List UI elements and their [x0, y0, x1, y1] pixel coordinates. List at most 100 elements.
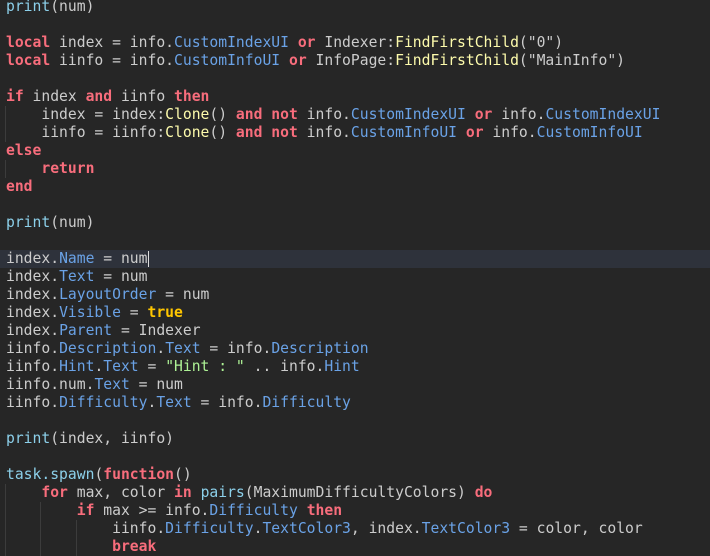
- code-line[interactable]: break: [0, 538, 710, 556]
- keyword: or: [297, 34, 316, 51]
- keyword: local: [6, 34, 51, 51]
- code-line[interactable]: index = index:Clone() and not info.Custo…: [0, 106, 710, 124]
- code-editor[interactable]: print(num) local index = info.CustomIndex…: [0, 0, 710, 556]
- code-text: .: [156, 340, 166, 357]
- code-text: =: [120, 304, 148, 321]
- property: CustomIndexUI: [174, 34, 289, 51]
- code-line[interactable]: [0, 70, 710, 88]
- code-text: iinfo: [112, 88, 175, 105]
- code-text: ("0"): [518, 34, 564, 51]
- code-line[interactable]: local iinfo = info.CustomInfoUI or InfoP…: [0, 52, 710, 70]
- code-text: iinfo.: [6, 394, 60, 411]
- text-cursor: [147, 251, 149, 267]
- code-text: (num): [50, 214, 95, 231]
- property: LayoutOrder: [59, 286, 157, 303]
- code-text: max, color: [67, 484, 175, 501]
- indent-guide: [40, 502, 42, 556]
- code-text: (num): [50, 0, 95, 15]
- keyword: if: [76, 502, 95, 519]
- code-text: Indexer:: [315, 34, 396, 51]
- code-text: max >= info.: [94, 502, 210, 519]
- code-line[interactable]: local index = info.CustomIndexUI or Inde…: [0, 34, 710, 52]
- code-line[interactable]: iinfo.Difficulty.TextColor3, index.TextC…: [0, 520, 710, 538]
- code-text: = num: [94, 268, 148, 285]
- code-line[interactable]: [0, 412, 710, 430]
- code-line[interactable]: end: [0, 178, 710, 196]
- property: CustomIndexUI: [545, 106, 661, 123]
- keyword: or: [465, 124, 484, 141]
- code-line[interactable]: index.LayoutOrder = num: [0, 286, 710, 304]
- code-text: info.: [297, 124, 351, 141]
- code-text: (): [209, 124, 236, 141]
- keyword: and: [235, 124, 263, 141]
- code-line[interactable]: [0, 196, 710, 214]
- code-line[interactable]: print(num): [0, 0, 710, 16]
- keyword: break: [112, 538, 157, 555]
- keyword: not: [271, 106, 298, 123]
- property: Description: [271, 340, 369, 357]
- code-line[interactable]: [0, 232, 710, 250]
- code-text: (): [174, 466, 192, 483]
- code-line[interactable]: for max, color in pairs(MaximumDifficult…: [0, 484, 710, 502]
- keyword: if: [6, 88, 24, 105]
- code-text: index.: [6, 286, 60, 303]
- code-line[interactable]: if index and iinfo then: [0, 88, 710, 106]
- builtin-call: print: [6, 214, 51, 231]
- property: Text: [59, 268, 95, 285]
- code-text: iinfo.: [6, 358, 60, 375]
- indent-guide: [5, 106, 6, 142]
- code-line[interactable]: iinfo.Description.Text = info.Descriptio…: [0, 340, 710, 358]
- property: Hint: [324, 358, 360, 375]
- code-line[interactable]: iinfo.num.Text = num: [0, 376, 710, 394]
- code-text: = info.: [191, 394, 263, 411]
- code-line[interactable]: iinfo = iinfo:Clone() and not info.Custo…: [0, 124, 710, 142]
- property: CustomInfoUI: [350, 124, 458, 141]
- code-line[interactable]: print(index, iinfo): [0, 430, 710, 448]
- keyword: local: [6, 52, 51, 69]
- code-line[interactable]: else: [0, 142, 710, 160]
- code-line[interactable]: print(num): [0, 214, 710, 232]
- code-line[interactable]: [0, 16, 710, 34]
- code-text: .. info.: [244, 358, 325, 375]
- code-line[interactable]: iinfo.Difficulty.Text = info.Difficulty: [0, 394, 710, 412]
- property: Difficulty: [209, 502, 298, 519]
- keyword: return: [41, 160, 95, 177]
- property: Text: [94, 376, 130, 393]
- code-text: .: [94, 358, 104, 375]
- code-text: = Indexer: [112, 322, 201, 339]
- code-line-active[interactable]: index.Name = num: [0, 250, 710, 268]
- code-line[interactable]: index.Visible = true: [0, 304, 710, 322]
- code-line[interactable]: if max >= info.Difficulty then: [0, 502, 710, 520]
- code-text: iinfo.: [6, 340, 60, 357]
- code-text: iinfo = info.: [50, 52, 175, 69]
- code-line[interactable]: return: [0, 160, 710, 178]
- indent-guide: [5, 484, 6, 556]
- code-text: , index.: [350, 520, 422, 537]
- code-line[interactable]: task.spawn(function(): [0, 466, 710, 484]
- code-text: = num: [94, 250, 148, 267]
- code-line[interactable]: index.Parent = Indexer: [0, 322, 710, 340]
- method-call: FindFirstChild: [395, 34, 519, 51]
- boolean-literal: true: [147, 304, 183, 321]
- keyword: or: [288, 52, 307, 69]
- code-text: iinfo.num.: [6, 376, 95, 393]
- code-text: (): [209, 106, 236, 123]
- keyword: not: [271, 124, 298, 141]
- code-line[interactable]: [0, 448, 710, 466]
- code-line[interactable]: index.Text = num: [0, 268, 710, 286]
- property: Text: [156, 394, 192, 411]
- code-line[interactable]: iinfo.Hint.Text = "Hint : " .. info.Hint: [0, 358, 710, 376]
- string-literal: "Hint : ": [165, 358, 245, 375]
- code-text: info.: [492, 106, 546, 123]
- property: CustomInfoUI: [536, 124, 643, 141]
- keyword: then: [174, 88, 210, 105]
- code-text: index: [23, 88, 86, 105]
- property: Hint: [59, 358, 95, 375]
- keyword: end: [6, 178, 33, 195]
